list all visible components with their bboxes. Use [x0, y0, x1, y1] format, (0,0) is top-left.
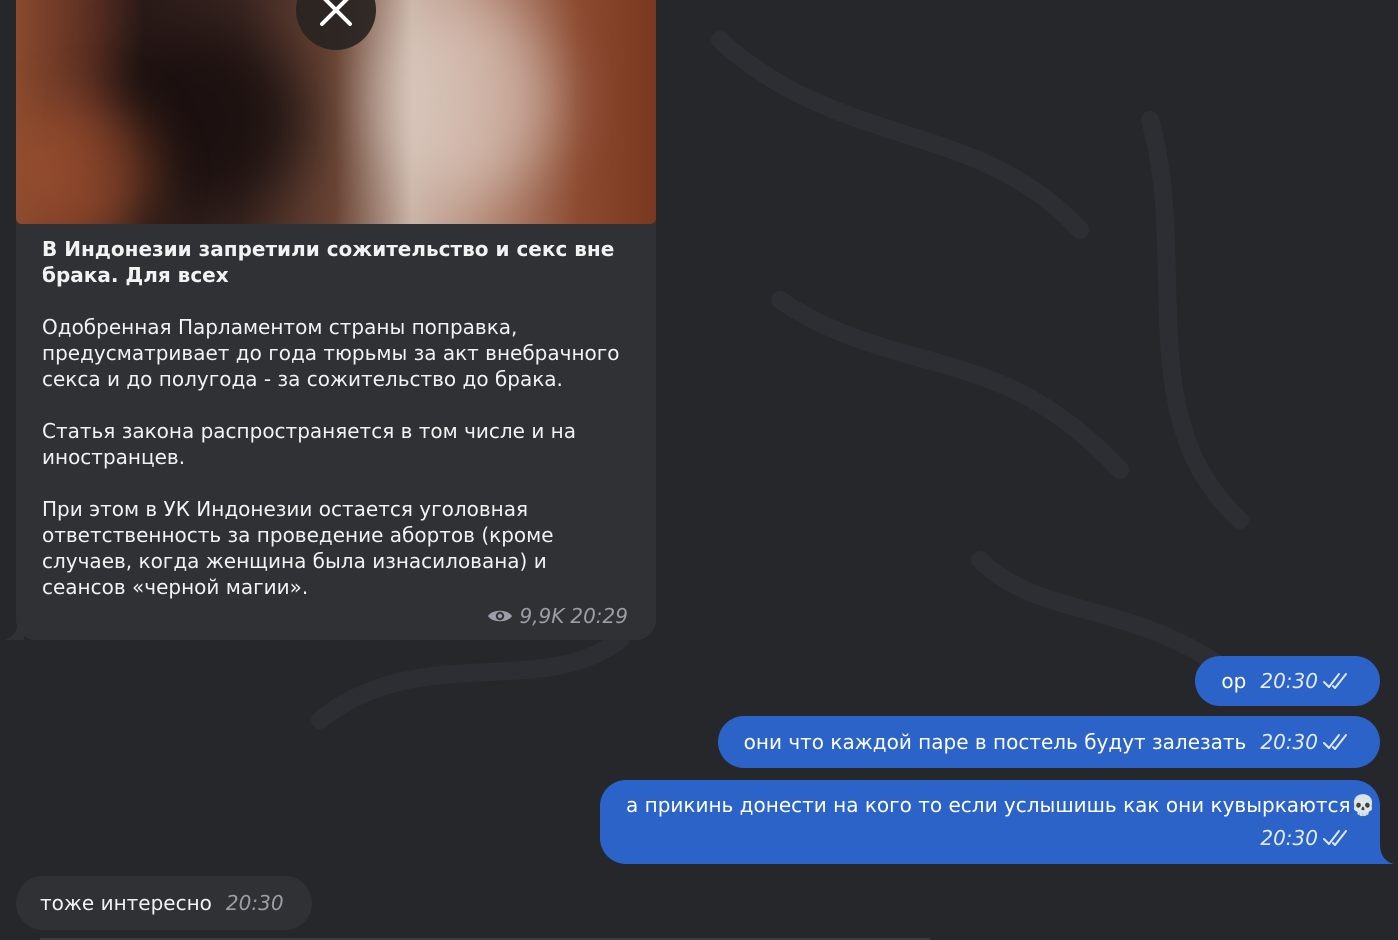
eye-icon [488, 610, 513, 622]
post-paragraph: При этом в УК Индонезии остается уголовн… [42, 497, 554, 599]
message-text: ор [1221, 669, 1247, 693]
post-paragraph: Статья закона распространяется в том чис… [42, 419, 577, 469]
post-title: В Индонезии запретили сожительство и сек… [42, 237, 615, 287]
message-time: 20:30 [1260, 826, 1318, 850]
post-views: 9,9K [519, 604, 565, 628]
outgoing-message[interactable]: а прикинь донести на кого то если услыши… [600, 780, 1394, 864]
outgoing-message[interactable]: ор 20:30 [1195, 656, 1380, 706]
double-check-icon [1323, 673, 1347, 689]
close-icon [320, 0, 352, 26]
double-check-icon [1323, 830, 1347, 846]
post-text: В Индонезии запретили сожительство и сек… [42, 236, 632, 600]
post-meta: 9,9K 20:29 [487, 604, 628, 628]
media-blur-shape [376, 0, 556, 200]
double-check-icon [1323, 734, 1347, 750]
post-media-blurred[interactable] [16, 0, 656, 224]
message-text: а прикинь донести на кого то если услыши… [626, 793, 1351, 817]
message-text: тоже интересно [40, 891, 212, 915]
channel-post-bubble[interactable]: В Индонезии запретили сожительство и сек… [4, 0, 656, 640]
post-time: 20:29 [570, 604, 628, 628]
message-time: 20:30 [1260, 730, 1318, 754]
message-text: они что каждой паре в постель будут зале… [743, 730, 1247, 754]
post-paragraph: Одобренная Парламентом страны поправка, … [42, 315, 620, 391]
message-text-wrap: а прикинь донести на кого то если услыши… [626, 792, 1375, 818]
media-close-button[interactable] [296, 0, 376, 50]
message-meta: 20:30 [1246, 825, 1352, 851]
incoming-message[interactable]: тоже интересно 20:30 [16, 876, 312, 930]
outgoing-message[interactable]: они что каждой паре в постель будут зале… [717, 716, 1380, 768]
bubble-tail [1374, 844, 1394, 864]
message-time: 20:30 [1260, 669, 1318, 693]
skull-emoji-icon: 💀 [1350, 793, 1376, 817]
bubble-tail [4, 620, 24, 640]
message-time: 20:30 [225, 891, 284, 915]
